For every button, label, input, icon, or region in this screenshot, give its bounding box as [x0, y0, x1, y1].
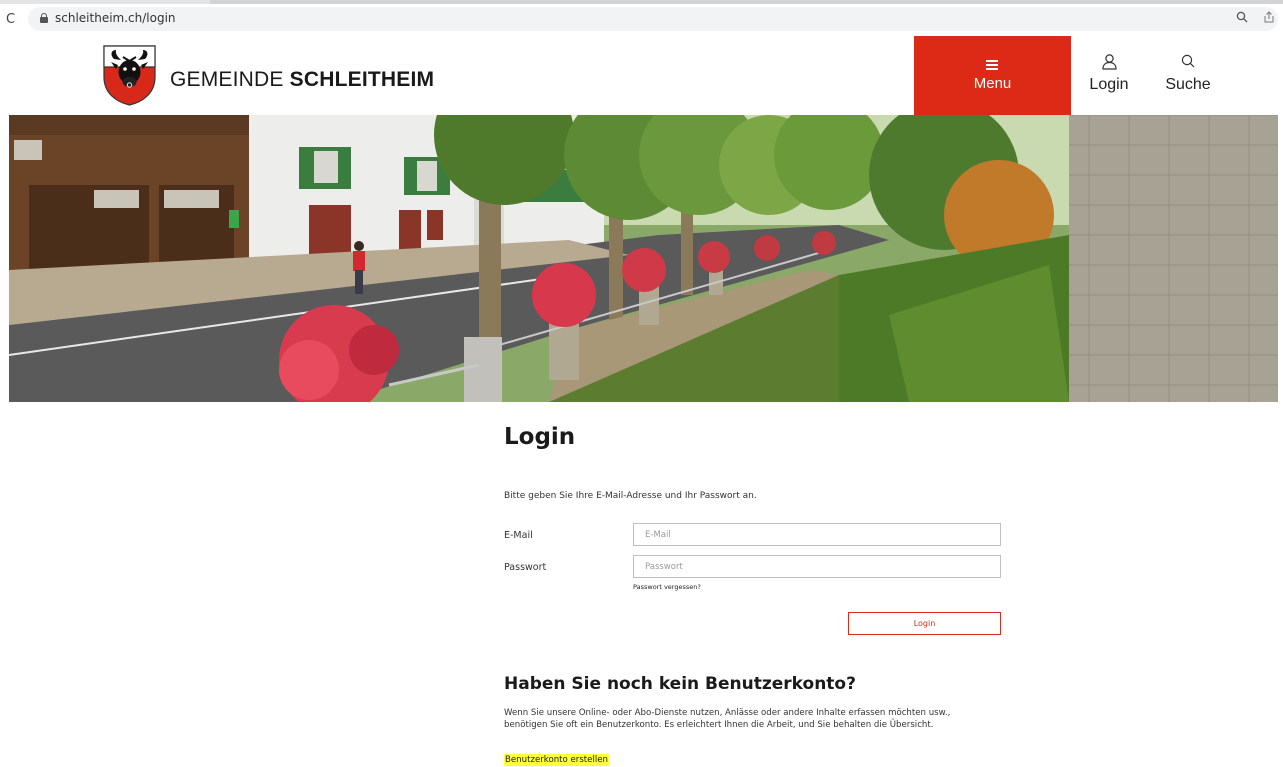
site-header: GEMEINDE SCHLEITHEIM Menu Login Suche — [0, 36, 1283, 115]
site-title[interactable]: GEMEINDE SCHLEITHEIM — [170, 68, 434, 92]
search-header-button[interactable]: Suche — [1164, 36, 1212, 115]
village-street-photo — [9, 115, 1278, 402]
menu-button[interactable]: Menu — [914, 36, 1071, 115]
zoom-icon[interactable] — [1236, 11, 1248, 26]
coat-of-arms-logo[interactable] — [103, 45, 156, 106]
forgot-password-link[interactable]: Passwort vergessen? — [633, 583, 701, 591]
email-field[interactable] — [633, 523, 1001, 546]
password-label: Passwort — [504, 562, 547, 573]
create-account-link[interactable]: Benutzerkonto erstellen — [504, 754, 609, 766]
register-description: Wenn Sie unsere Online- oder Abo-Dienste… — [504, 708, 951, 730]
share-icon[interactable] — [1264, 11, 1274, 26]
browser-toolbar: C schleitheim.ch/login — [0, 0, 1283, 36]
search-header-label: Suche — [1165, 76, 1211, 93]
login-header-button[interactable]: Login — [1086, 36, 1132, 115]
lock-icon — [40, 13, 48, 23]
address-bar[interactable]: schleitheim.ch/login — [28, 7, 1278, 31]
password-field[interactable] — [633, 555, 1001, 578]
tab-strip-edge — [0, 0, 1283, 4]
user-icon — [1102, 54, 1117, 70]
menu-label: Menu — [973, 75, 1012, 92]
search-icon — [1181, 54, 1195, 68]
reload-icon[interactable]: C — [6, 12, 15, 27]
login-header-label: Login — [1089, 76, 1129, 93]
login-intro-text: Bitte geben Sie Ihre E-Mail-Adresse und … — [504, 491, 757, 501]
address-url[interactable]: schleitheim.ch/login — [55, 11, 176, 25]
hero-image — [9, 115, 1278, 402]
email-label: E-Mail — [504, 530, 533, 541]
register-title: Haben Sie noch kein Benutzerkonto? — [504, 674, 856, 694]
hamburger-icon — [986, 60, 998, 70]
page-title: Login — [504, 424, 576, 450]
login-submit-button[interactable]: Login — [848, 612, 1001, 635]
